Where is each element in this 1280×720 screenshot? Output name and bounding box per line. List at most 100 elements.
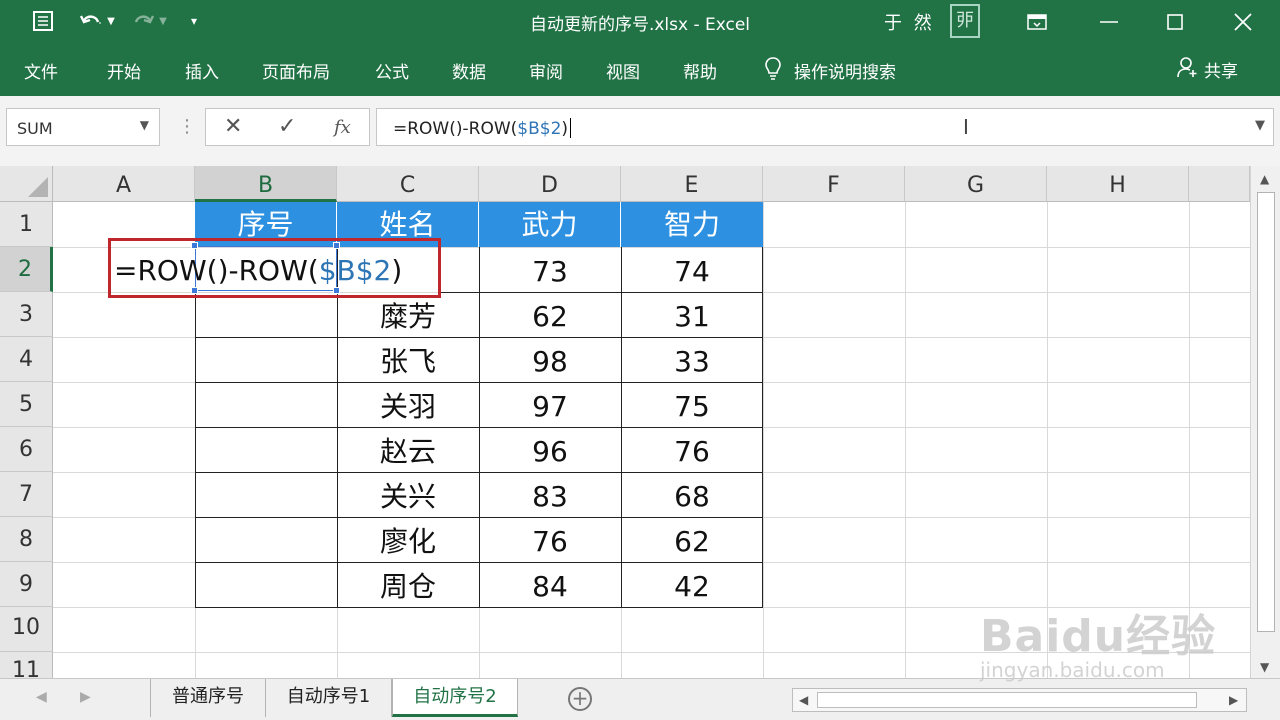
table-header-cell[interactable]: 智力	[621, 202, 763, 247]
table-cell[interactable]: 62	[479, 292, 621, 337]
table-cell[interactable]: 73	[479, 247, 621, 292]
table-cell[interactable]: 赵云	[337, 427, 479, 472]
scroll-up-icon[interactable]: ▲	[1260, 172, 1269, 186]
share-label: 共享	[1204, 62, 1238, 82]
table-cell[interactable]: 76	[479, 517, 621, 562]
vertical-scroll-thumb[interactable]	[1257, 192, 1275, 632]
row-header-9[interactable]: 9	[0, 562, 53, 607]
add-sheet-icon[interactable]: +	[568, 687, 592, 711]
table-cell[interactable]: 62	[621, 517, 763, 562]
column-header-i[interactable]	[1189, 166, 1250, 202]
minimize-icon[interactable]	[1076, 0, 1142, 44]
scroll-left-icon[interactable]: ◀	[799, 693, 808, 707]
table-border	[195, 292, 196, 607]
sheet-prev-icon[interactable]: ◀	[36, 689, 47, 705]
text-caret	[570, 118, 572, 138]
tab-page-layout[interactable]: 页面布局	[262, 58, 330, 83]
column-header-d[interactable]: D	[479, 166, 621, 202]
tell-me-label: 操作说明搜索	[794, 63, 896, 83]
formula-text: =ROW()-ROW($B$2)	[393, 118, 572, 139]
horizontal-scrollbar[interactable]: ◀ ▶	[792, 688, 1247, 712]
table-cell[interactable]: 74	[621, 247, 763, 292]
enter-check-icon[interactable]: ✓	[278, 114, 296, 139]
tab-data[interactable]: 数据	[452, 58, 486, 83]
expand-formula-bar-icon[interactable]: ▼	[1255, 118, 1265, 133]
table-cell[interactable]: 周仓	[337, 562, 479, 607]
sheet-next-icon[interactable]: ▶	[80, 689, 91, 705]
table-cell[interactable]: 33	[621, 337, 763, 382]
chevron-down-icon[interactable]: ▼	[140, 118, 149, 132]
table-cell[interactable]: 84	[479, 562, 621, 607]
tell-me-search[interactable]: 操作说明搜索	[764, 56, 896, 85]
tab-home[interactable]: 开始	[107, 58, 141, 83]
window-title: 自动更新的序号.xlsx - Excel	[529, 15, 751, 35]
excel-logo-icon	[26, 6, 60, 36]
sheet-tab-normal[interactable]: 普通序号	[150, 679, 266, 717]
select-all-triangle-icon	[28, 177, 48, 197]
select-all-button[interactable]	[0, 166, 53, 202]
tab-file[interactable]: 文件	[24, 58, 58, 83]
tab-insert[interactable]: 插入	[185, 58, 219, 83]
column-header-b[interactable]: B	[195, 166, 337, 202]
close-icon[interactable]	[1210, 0, 1276, 44]
sheet-tab-bar: ◀ ▶ 普通序号 自动序号1 自动序号2 + ◀ ▶	[0, 678, 1280, 720]
user-name[interactable]: 于 然	[884, 9, 935, 35]
column-header-a[interactable]: A	[53, 166, 195, 202]
row-header-4[interactable]: 4	[0, 337, 53, 382]
tab-view[interactable]: 视图	[606, 58, 640, 83]
column-header-c[interactable]: C	[337, 166, 479, 202]
table-cell[interactable]: 83	[479, 472, 621, 517]
ribbon-display-options-icon[interactable]	[1004, 0, 1070, 44]
table-cell[interactable]: 68	[621, 472, 763, 517]
row-header-8[interactable]: 8	[0, 517, 53, 562]
undo-dropdown-icon[interactable]: ▼	[104, 6, 118, 36]
row-header-10[interactable]: 10	[0, 607, 53, 652]
tab-help[interactable]: 帮助	[683, 58, 717, 83]
row-header-5[interactable]: 5	[0, 382, 53, 427]
horizontal-scroll-thumb[interactable]	[817, 692, 1197, 708]
table-cell[interactable]: 31	[621, 292, 763, 337]
name-box[interactable]: SUM ▼	[6, 108, 160, 146]
table-cell[interactable]: 廖化	[337, 517, 479, 562]
column-header-e[interactable]: E	[621, 166, 763, 202]
row-header-7[interactable]: 7	[0, 472, 53, 517]
maximize-icon[interactable]	[1142, 0, 1208, 44]
table-cell[interactable]: 75	[621, 382, 763, 427]
formula-input[interactable]: =ROW()-ROW($B$2) I ▼	[376, 108, 1274, 146]
formula-reference: $B$2	[517, 119, 562, 139]
row-header-2[interactable]: 2	[0, 247, 53, 292]
vertical-scrollbar[interactable]: ▲ ▼	[1250, 166, 1280, 678]
column-header-g[interactable]: G	[905, 166, 1047, 202]
column-header-f[interactable]: F	[763, 166, 905, 202]
column-header-h[interactable]: H	[1047, 166, 1189, 202]
table-cell[interactable]: 42	[621, 562, 763, 607]
table-header-cell[interactable]: 武力	[479, 202, 621, 247]
table-cell[interactable]: 糜芳	[337, 292, 479, 337]
scroll-down-icon[interactable]: ▼	[1260, 660, 1269, 674]
row-header-6[interactable]: 6	[0, 427, 53, 472]
avatar[interactable]: 戼	[950, 4, 980, 38]
table-cell[interactable]: 关羽	[337, 382, 479, 427]
redo-dropdown-icon[interactable]: ▼	[156, 6, 170, 36]
formula-buttons: ✕ ✓ fx	[205, 108, 370, 146]
scroll-right-icon[interactable]: ▶	[1229, 693, 1238, 707]
sheet-tab-auto-1[interactable]: 自动序号1	[266, 679, 392, 717]
tab-formulas[interactable]: 公式	[375, 58, 409, 83]
formula-bar-grip-icon[interactable]: ⋮	[178, 116, 196, 137]
tab-review[interactable]: 审阅	[529, 58, 563, 83]
sheet-tab-auto-2[interactable]: 自动序号2	[392, 679, 518, 717]
share-button[interactable]: 共享	[1176, 56, 1238, 83]
row-header-3[interactable]: 3	[0, 292, 53, 337]
row-header-1[interactable]: 1	[0, 202, 53, 247]
insert-function-icon[interactable]: fx	[334, 117, 351, 138]
table-cell[interactable]: 96	[479, 427, 621, 472]
table-cell[interactable]: 76	[621, 427, 763, 472]
cancel-icon[interactable]: ✕	[224, 114, 242, 139]
row-header-11[interactable]: 11	[0, 652, 53, 678]
table-cell[interactable]: 98	[479, 337, 621, 382]
customize-toolbar-icon[interactable]: ▾	[184, 6, 204, 36]
table-cell[interactable]: 97	[479, 382, 621, 427]
table-cell[interactable]: 张飞	[337, 337, 479, 382]
lightbulb-icon	[764, 56, 782, 85]
table-cell[interactable]: 关兴	[337, 472, 479, 517]
